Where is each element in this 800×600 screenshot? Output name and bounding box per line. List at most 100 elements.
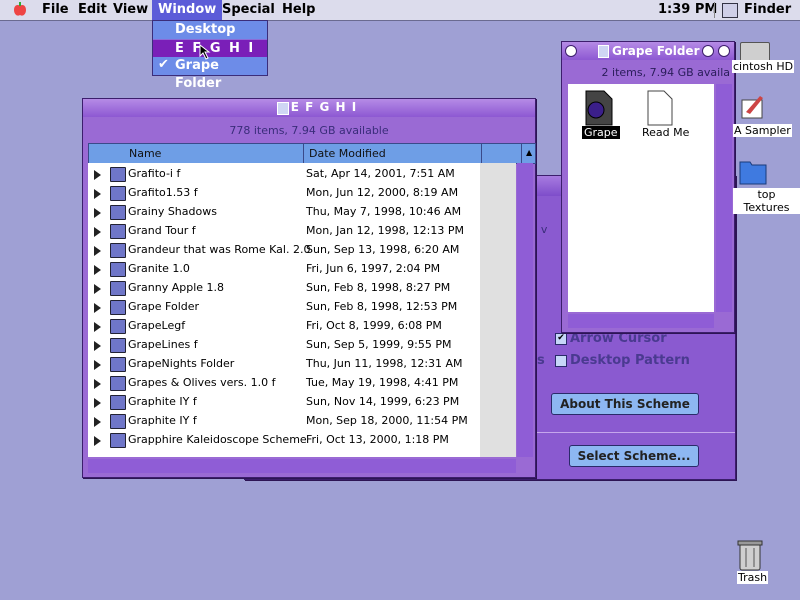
table-row[interactable]: Grand Tour f Mon, Jan 12, 1998, 12:13 PM <box>88 222 480 241</box>
mouse-pointer-icon <box>199 43 213 63</box>
sampler-label[interactable]: A Sampler <box>733 124 792 137</box>
textures-folder-icon[interactable] <box>738 156 768 189</box>
efghi-title: E F G H I <box>290 100 358 114</box>
file-name: GrapeLines f <box>128 338 198 351</box>
disclosure-triangle-icon[interactable] <box>94 265 101 275</box>
disclosure-triangle-icon[interactable] <box>94 436 101 446</box>
table-row[interactable]: Graphite IY f Mon, Sep 18, 2000, 11:54 PM <box>88 412 480 431</box>
efghi-titlebar[interactable]: E F G H I <box>83 99 535 117</box>
table-row[interactable]: Grafito1.53 f Mon, Jun 12, 2000, 8:19 AM <box>88 184 480 203</box>
file-name: Grainy Shadows <box>128 205 217 218</box>
horizontal-scrollbar[interactable] <box>88 459 516 473</box>
menubar-clock[interactable]: 1:39 PM <box>652 0 723 20</box>
folder-icon <box>110 243 126 258</box>
file-name: GrapeLegf <box>128 319 186 332</box>
sampler-document-icon[interactable] <box>738 92 768 125</box>
grape-horizontal-scrollbar[interactable] <box>568 314 714 328</box>
menu-item-desktop[interactable]: Desktop <box>153 21 267 39</box>
date-column-shade <box>480 163 516 457</box>
grape-vertical-scrollbar[interactable] <box>716 84 732 312</box>
apple-menu-icon[interactable] <box>12 2 28 18</box>
folder-icon <box>110 414 126 429</box>
disclosure-triangle-icon[interactable] <box>94 360 101 370</box>
file-name: Grafito-i f <box>128 167 181 180</box>
finder-icon <box>722 3 738 18</box>
vertical-scrollbar[interactable] <box>517 163 533 457</box>
grape-folder-content[interactable]: Grape Read Me <box>568 84 714 312</box>
disclosure-triangle-icon[interactable] <box>94 208 101 218</box>
table-row[interactable]: Grainy Shadows Thu, May 7, 1998, 10:46 AM <box>88 203 480 222</box>
table-row[interactable]: Granny Apple 1.8 Sun, Feb 8, 1998, 8:27 P… <box>88 279 480 298</box>
menu-help[interactable]: Help <box>276 0 321 20</box>
trash-icon[interactable] <box>735 538 765 575</box>
disclosure-triangle-icon[interactable] <box>94 303 101 313</box>
menu-file[interactable]: File <box>36 0 75 20</box>
efghi-status: 778 items, 7.94 GB available <box>229 124 389 137</box>
file-date-modified: Sun, Feb 8, 1998, 8:27 PM <box>306 281 451 294</box>
select-scheme-button[interactable]: Select Scheme... <box>569 445 699 467</box>
folder-icon <box>598 45 609 58</box>
column-header: Name Date Modified ▲ <box>88 143 536 164</box>
menu-bar: File Edit View Window Special Help 1:39 … <box>0 0 800 21</box>
file-name: Grand Tour f <box>128 224 196 237</box>
folder-icon <box>110 357 126 372</box>
disclosure-triangle-icon[interactable] <box>94 284 101 294</box>
table-row[interactable]: Grapes & Olives vers. 1.0 f Tue, May 19, … <box>88 374 480 393</box>
menu-view[interactable]: View <box>107 0 154 20</box>
trash-label[interactable]: Trash <box>737 571 769 584</box>
file-name: Grape Folder <box>128 300 200 313</box>
readme-file-icon[interactable] <box>646 90 674 129</box>
file-name: Granite 1.0 <box>128 262 190 275</box>
disclosure-triangle-icon[interactable] <box>94 227 101 237</box>
application-menu[interactable]: Finder <box>738 0 797 20</box>
disclosure-triangle-icon[interactable] <box>94 322 101 332</box>
file-date-modified: Sun, Sep 5, 1999, 9:55 PM <box>306 338 452 351</box>
disclosure-triangle-icon[interactable] <box>94 341 101 351</box>
disclosure-triangle-icon[interactable] <box>94 379 101 389</box>
textures-label[interactable]: top Textures <box>733 188 800 214</box>
file-name: GrapeNights Folder <box>128 357 235 370</box>
table-row[interactable]: GrapeNights Folder Thu, Jun 11, 1998, 12:… <box>88 355 480 374</box>
arrow-cursor-label: Arrow Cursor <box>570 331 667 346</box>
grape-folder-title: Grape Folder <box>612 44 700 58</box>
folder-icon <box>110 224 126 239</box>
hard-disk-label[interactable]: cintosh HD <box>732 60 795 73</box>
table-row[interactable]: GrapeLines f Sun, Sep 5, 1999, 9:55 PM <box>88 336 480 355</box>
disclosure-triangle-icon[interactable] <box>94 417 101 427</box>
desktop-pattern-checkbox[interactable] <box>555 355 567 367</box>
grape-folder-window[interactable]: Grape Folder 2 items, 7.94 GB availa Gra… <box>561 41 735 333</box>
menu-window[interactable]: Window <box>152 0 223 20</box>
grape-file-label: Grape <box>582 126 620 139</box>
disclosure-triangle-icon[interactable] <box>94 246 101 256</box>
zoom-box-icon[interactable] <box>702 45 714 57</box>
file-date-modified: Fri, Jun 6, 1997, 2:04 PM <box>306 262 441 275</box>
hard-disk-icon[interactable] <box>740 42 770 62</box>
arrow-cursor-checkbox[interactable]: ✔ <box>555 333 567 345</box>
table-row[interactable]: Grapphire Kaleidoscope Scheme Fri, Oct 13… <box>88 431 480 450</box>
disclosure-triangle-icon[interactable] <box>94 189 101 199</box>
disclosure-triangle-icon[interactable] <box>94 398 101 408</box>
table-row[interactable]: Grandeur that was Rome Kal. 2.0 Sun, Sep … <box>88 241 480 260</box>
grape-file-icon[interactable] <box>584 90 614 129</box>
table-row[interactable]: GrapeLegf Fri, Oct 8, 1999, 6:08 PM <box>88 317 480 336</box>
table-row[interactable]: Graphite IY f Sun, Nov 14, 1999, 6:23 PM <box>88 393 480 412</box>
file-date-modified: Sun, Feb 8, 1998, 12:53 PM <box>306 300 458 313</box>
menu-special[interactable]: Special <box>216 0 281 20</box>
file-date-modified: Mon, Jun 12, 2000, 8:19 AM <box>306 186 459 199</box>
sort-direction-icon[interactable]: ▲ <box>526 148 532 157</box>
efghi-window[interactable]: E F G H I 778 items, 7.94 GB available N… <box>82 98 536 478</box>
column-date-modified[interactable]: Date Modified <box>309 147 386 160</box>
menubar-separator <box>714 2 715 18</box>
about-scheme-button[interactable]: About This Scheme <box>551 393 699 415</box>
table-row[interactable]: Grafito-i f Sat, Apr 14, 2001, 7:51 AM <box>88 165 480 184</box>
file-date-modified: Fri, Oct 8, 1999, 6:08 PM <box>306 319 442 332</box>
close-box-icon[interactable] <box>565 45 577 57</box>
table-row[interactable]: Granite 1.0 Fri, Jun 6, 1997, 2:04 PM <box>88 260 480 279</box>
table-row[interactable]: Grape Folder Sun, Feb 8, 1998, 12:53 PM <box>88 298 480 317</box>
collapse-box-icon[interactable] <box>718 45 730 57</box>
file-list[interactable]: Grafito-i f Sat, Apr 14, 2001, 7:51 AM Gra… <box>88 163 516 457</box>
grape-folder-titlebar[interactable]: Grape Folder <box>562 42 734 60</box>
column-name[interactable]: Name <box>129 147 161 160</box>
disclosure-triangle-icon[interactable] <box>94 170 101 180</box>
file-date-modified: Fri, Oct 13, 2000, 1:18 PM <box>306 433 449 446</box>
